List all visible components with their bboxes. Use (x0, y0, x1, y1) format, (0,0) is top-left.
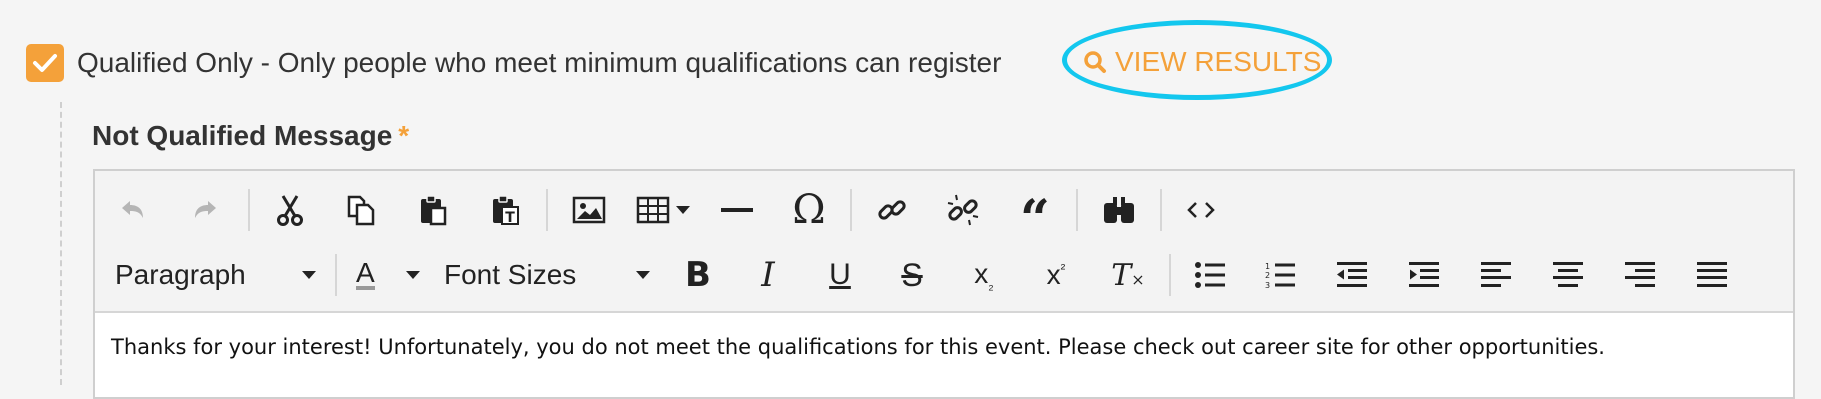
copy-button[interactable] (325, 185, 397, 235)
image-button[interactable] (553, 185, 625, 235)
svg-text:2: 2 (1265, 271, 1270, 280)
svg-text:1: 1 (1265, 262, 1270, 271)
scissors-icon (277, 195, 303, 226)
chevron-down-icon (676, 206, 690, 214)
qualified-only-checkbox[interactable] (26, 44, 64, 82)
justify-button[interactable] (1676, 250, 1748, 300)
subscript-button[interactable]: x₂ (948, 250, 1020, 300)
text-color-icon: A (356, 257, 375, 290)
font-size-value: Font Sizes (444, 259, 577, 290)
align-left-button[interactable] (1460, 250, 1532, 300)
rich-text-editor: T Ω “ Paragraph A Font Sizes B I U S x₂ … (93, 169, 1795, 399)
bold-icon: B (685, 255, 711, 295)
chevron-down-icon (302, 271, 316, 279)
outdent-button[interactable] (1316, 250, 1388, 300)
link-icon (878, 200, 906, 220)
svg-text:T: T (505, 210, 515, 226)
toolbar-separator (546, 189, 548, 231)
numbered-list-button[interactable]: 1 2 3 (1244, 250, 1316, 300)
strikethrough-button[interactable]: S (876, 250, 948, 300)
view-results-link[interactable]: VIEW RESULTS (1083, 44, 1321, 80)
special-character-button[interactable]: Ω (773, 185, 845, 235)
editor-toolbar: T Ω “ Paragraph A Font Sizes B I U S x₂ … (95, 171, 1793, 313)
toolbar-separator (1076, 189, 1078, 231)
copy-icon (347, 195, 375, 226)
binoculars-icon (1104, 197, 1134, 223)
block-format-select[interactable]: Paragraph (95, 250, 330, 300)
qualified-only-label: Qualified Only - Only people who meet mi… (77, 47, 1002, 78)
table-icon (636, 196, 670, 224)
toolbar-separator (1160, 189, 1162, 231)
superscript-button[interactable]: x² (1020, 250, 1092, 300)
paste-icon (421, 195, 447, 226)
font-size-select[interactable]: Font Sizes (430, 250, 664, 300)
toolbar-separator (850, 189, 852, 231)
blockquote-button[interactable]: “ (999, 185, 1071, 250)
undo-button[interactable] (95, 185, 169, 235)
align-center-icon (1553, 262, 1583, 287)
outdent-icon (1337, 262, 1367, 287)
code-icon (1187, 202, 1215, 218)
align-right-button[interactable] (1604, 250, 1676, 300)
cut-button[interactable] (255, 185, 325, 235)
clear-formatting-button[interactable]: T× (1092, 250, 1164, 300)
indent-icon (1409, 262, 1439, 287)
field-title: Not Qualified Message * (92, 120, 409, 152)
redo-button[interactable] (169, 185, 243, 235)
clear-formatting-icon: T× (1111, 257, 1145, 293)
text-color-button[interactable]: A (342, 250, 430, 300)
view-results-label: VIEW RESULTS (1115, 46, 1322, 77)
unlink-icon (947, 194, 979, 226)
svg-text:3: 3 (1265, 281, 1270, 289)
align-left-icon (1481, 262, 1511, 287)
underline-icon: U (829, 258, 851, 291)
omega-icon: Ω (792, 187, 826, 233)
editor-content[interactable]: Thanks for your interest! Unfortunately,… (95, 313, 1793, 381)
subscript-icon: x₂ (974, 257, 994, 293)
chevron-down-icon (636, 271, 650, 279)
qualified-only-option: Qualified Only - Only people who meet mi… (26, 43, 1001, 83)
chevron-down-icon (406, 271, 420, 279)
align-center-button[interactable] (1532, 250, 1604, 300)
italic-icon: I (761, 255, 775, 295)
field-title-text: Not Qualified Message (92, 120, 393, 151)
toolbar-row-1: T Ω “ (95, 181, 1235, 250)
horizontal-line-icon (721, 208, 753, 212)
table-button[interactable] (625, 185, 701, 235)
toolbar-separator (335, 254, 337, 296)
align-justify-icon (1697, 262, 1727, 287)
underline-button[interactable]: U (804, 250, 876, 300)
paste-button[interactable] (397, 185, 469, 235)
toolbar-row-2: Paragraph A Font Sizes B I U S x₂ x² T× … (95, 246, 1748, 304)
source-code-button[interactable] (1167, 185, 1235, 235)
required-marker: * (398, 120, 410, 151)
redo-icon (195, 201, 216, 218)
bullet-list-button[interactable] (1176, 250, 1244, 300)
remove-link-button[interactable] (927, 185, 999, 235)
checkmark-icon (33, 54, 57, 72)
horizontal-line-button[interactable] (701, 185, 773, 235)
toolbar-separator (248, 189, 250, 231)
quote-icon: “ (1020, 188, 1050, 250)
toolbar-separator (1169, 254, 1171, 296)
superscript-icon: x² (1046, 259, 1066, 290)
bullet-list-icon (1195, 262, 1225, 288)
italic-button[interactable]: I (732, 250, 804, 300)
block-format-value: Paragraph (115, 259, 246, 290)
undo-icon (122, 201, 143, 218)
bold-button[interactable]: B (664, 250, 732, 300)
strikethrough-icon: S (901, 256, 923, 293)
align-right-icon (1625, 262, 1655, 287)
image-icon (572, 196, 606, 224)
numbered-list-icon: 1 2 3 (1265, 262, 1295, 289)
insert-link-button[interactable] (857, 185, 927, 235)
indent-guide (60, 102, 62, 385)
search-icon (1084, 51, 1106, 73)
paste-text-icon: T (493, 195, 519, 226)
find-replace-button[interactable] (1083, 185, 1155, 235)
indent-button[interactable] (1388, 250, 1460, 300)
paste-text-button[interactable]: T (469, 185, 541, 235)
